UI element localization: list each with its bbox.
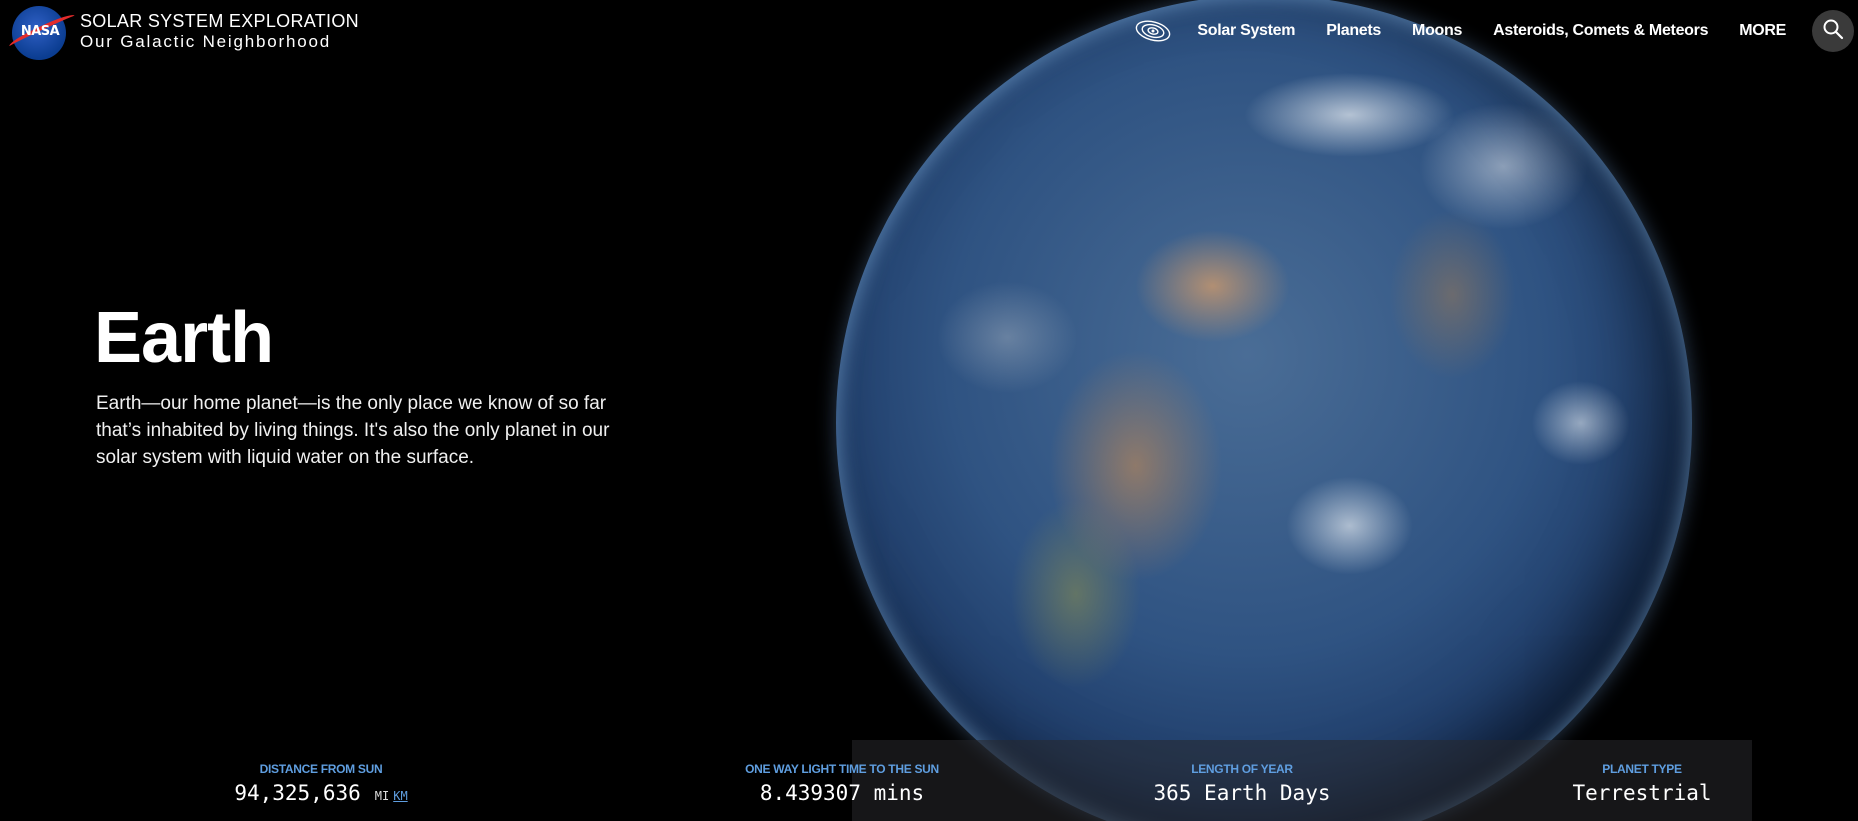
stat-length-of-year: LENGTH OF YEAR 365 Earth Days (1042, 740, 1442, 821)
distance-value: 94,325,636 (234, 781, 361, 805)
unit-km-toggle[interactable]: KM (393, 789, 407, 803)
stat-value: 94,325,636 MI KM (0, 781, 642, 805)
nasa-logo-text: NASA (20, 24, 60, 39)
stat-light-time: ONE WAY LIGHT TIME TO THE SUN 8.439307 m… (642, 740, 1042, 821)
stat-value: 365 Earth Days (1153, 781, 1331, 805)
nav-moons[interactable]: Moons (1412, 22, 1462, 40)
nav-asteroids-comets-meteors[interactable]: Asteroids, Comets & Meteors (1493, 22, 1708, 40)
stat-planet-type: PLANET TYPE Terrestrial (1442, 740, 1842, 821)
site-title-subtitle: Our Galactic Neighborhood (80, 31, 332, 51)
page-title: Earth (94, 298, 274, 378)
nav-more[interactable]: MORE (1739, 22, 1786, 40)
orbit-icon[interactable] (1133, 16, 1173, 46)
nasa-logo[interactable]: NASA (7, 6, 77, 60)
stat-label: LENGTH OF YEAR (1191, 762, 1293, 776)
planet-description: Earth—our home planet—is the only place … (96, 393, 610, 468)
stat-label: ONE WAY LIGHT TIME TO THE SUN (745, 762, 939, 776)
main-nav: Solar System Planets Moons Asteroids, Co… (1133, 10, 1858, 52)
site-title[interactable]: SOLAR SYSTEM EXPLORATION Our Galactic Ne… (80, 11, 359, 51)
nav-solar-system[interactable]: Solar System (1197, 22, 1295, 40)
earth-image (836, 0, 1692, 821)
planet-stats-bar: DISTANCE FROM SUN 94,325,636 MI KM ONE WAY… (0, 740, 1858, 821)
stat-distance-from-sun: DISTANCE FROM SUN 94,325,636 MI KM (0, 740, 642, 821)
stat-value: Terrestrial (1572, 781, 1712, 805)
stat-label: PLANET TYPE (1602, 762, 1682, 776)
stat-label: DISTANCE FROM SUN (259, 762, 383, 776)
search-button[interactable] (1812, 10, 1854, 52)
unit-mi-toggle[interactable]: MI (375, 789, 389, 803)
stat-value: 8.439307 mins (759, 781, 925, 805)
site-title-main: SOLAR SYSTEM EXPLORATION (80, 10, 359, 31)
site-branding[interactable]: NASA SOLAR SYSTEM EXPLORATION Our Galact… (7, 6, 359, 60)
nav-planets[interactable]: Planets (1326, 22, 1381, 40)
search-icon (1822, 18, 1844, 45)
